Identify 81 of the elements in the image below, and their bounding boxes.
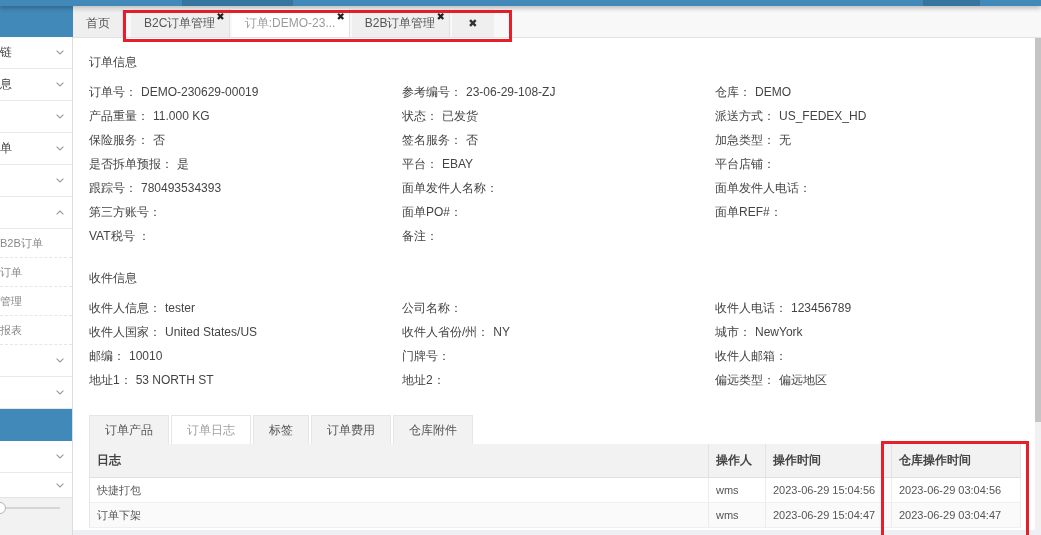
field-value: 123456789 [791,301,852,315]
section-title: 订单信息 [89,54,138,70]
field-label: 参考编号： [402,83,462,101]
field-value: 否 [153,131,165,149]
field-value: 53 NORTH ST [135,373,214,387]
field-label: 备注： [402,227,438,245]
tab-close-button[interactable]: ✖ [336,12,345,22]
field-label: 公司名称： [402,299,462,317]
tab[interactable]: 首页 [73,9,123,37]
top-bar-segment [923,0,980,6]
field-value: NY [493,325,510,339]
field-label: 仓库： [715,83,751,101]
field-value: EBAY [442,157,474,171]
field-value: 23-06-29-108-ZJ [466,85,556,99]
table-cell: 2023-06-29 15:04:47 [766,503,892,528]
tab[interactable]: 仓库附件 [393,415,473,444]
field-label: VAT税号 ： [89,227,150,245]
field-value: 11.000 KG [153,109,210,123]
field-value: DEMO-230629-00019 [141,85,259,99]
column-header: 仓库操作时间 [892,444,1021,478]
table-cell: 2023-06-29 15:04:56 [766,478,892,503]
field-label: 面单发件人名称： [402,179,498,197]
tab[interactable]: 订单产品 [89,415,169,444]
field-label: 面单REF#： [715,203,782,221]
field-label: 平台： [402,155,438,173]
field-label: 订单号： [89,83,137,101]
field-label: 派送方式： [715,107,775,125]
tab[interactable]: B2C订单管理✖ [131,9,230,37]
field-value: 无 [779,131,791,149]
field-value: 偏远地区 [779,371,827,389]
field-label: 加急类型： [715,131,775,149]
field-value: DEMO [755,85,791,99]
field-value: 10010 [129,349,163,363]
field-label: 是否拆单预报： [89,155,173,173]
table-cell: 订单下架 [90,503,709,528]
field-label: 产品重量： [89,107,149,125]
field-label: 状态： [402,107,438,125]
field-value: 是 [177,155,189,173]
field-label: 第三方账号： [89,203,161,221]
tab[interactable]: 订单:DEMO-23...✖ [231,9,350,37]
field-value: 已发货 [442,107,478,125]
section-title: 收件信息 [89,270,138,286]
column-header: 日志 [90,444,709,478]
table-cell: wms [709,478,766,503]
field-label: 收件人邮箱： [715,347,787,365]
field-label: 保险服务： [89,131,149,149]
field-label: 邮编： [89,347,125,365]
field-label: 收件人省份/州： [402,323,490,341]
scrollbar-thumb[interactable] [1035,38,1041,422]
field-label: 面单PO#： [402,203,462,221]
field-label: 地址1： [89,371,132,389]
field-value: US_FEDEX_HD [779,109,867,123]
field-label: 收件人国家： [89,323,161,341]
tab[interactable]: B2B订单管理✖ [351,9,450,37]
table-cell: wms [709,503,766,528]
field-label: 收件人电话： [715,299,787,317]
field-label: 平台店铺： [715,155,775,173]
field-label: 偏远类型： [715,371,775,389]
field-value: 否 [466,131,478,149]
field-label: 跟踪号： [89,179,137,197]
column-header: 操作人 [709,444,766,478]
field-label: 门牌号： [402,347,450,365]
field-value: United States/US [165,325,258,339]
field-label: 地址2： [402,371,445,389]
table-cell: 2023-06-29 03:04:47 [892,503,1021,528]
field-value: NewYork [755,325,803,339]
field-label: 城市： [715,323,751,341]
tab[interactable]: 标签 [253,415,309,444]
field-label: 收件人信息： [89,299,161,317]
tab-close-button[interactable]: ✖ [436,12,445,22]
field-label: 签名服务： [402,131,462,149]
tab-close-button[interactable]: ✖ [216,12,225,22]
close-all-button[interactable]: ✖ [451,9,494,37]
field-label: 面单发件人电话： [715,179,811,197]
table-cell: 2023-06-29 03:04:56 [892,478,1021,503]
column-header: 操作时间 [766,444,892,478]
table-cell: 快捷打包 [90,478,709,503]
tab[interactable]: 订单费用 [311,415,391,444]
sidebar-menu-item[interactable] [0,409,72,441]
field-value: tester [165,301,195,315]
field-value: 780493534393 [141,181,222,195]
